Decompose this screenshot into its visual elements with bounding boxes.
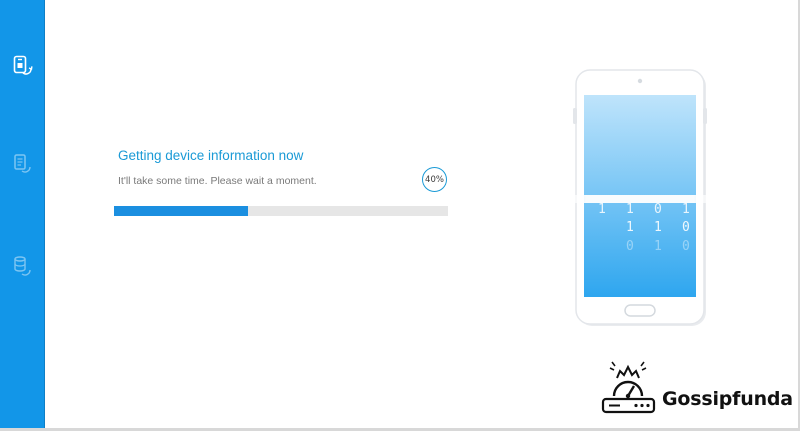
speedometer-router-icon [601,361,656,414]
binary-digit: 1 [654,239,662,254]
binary-digit: 1 [682,202,690,217]
progress-percent-badge: 40% [422,167,447,192]
sidebar-item-phone-transfer[interactable] [8,52,36,80]
watermark-logo: Gossipfunda [600,358,800,418]
binary-digit: 1 [654,220,662,235]
status-title: Getting device information now [118,148,304,163]
binary-digit: 0 [682,239,690,254]
binary-digit: 0 [682,220,690,235]
app-window: Getting device information now It'll tak… [0,0,800,431]
watermark-text: Gossipfunda [662,388,793,410]
message-sync-icon [14,154,31,173]
binary-digit: 1 [626,202,634,217]
binary-digit: 1 [598,202,606,217]
binary-digit: 0 [654,202,662,217]
sidebar [0,0,45,428]
binary-digit: 0 [626,239,634,254]
status-subtitle: It'll take some time. Please wait a mome… [118,175,317,187]
binary-digit: 1 [626,220,634,235]
phone-graphic: 1 1 0 1 1 1 0 0 1 0 [550,69,730,326]
phone-transfer-icon [13,55,33,75]
sidebar-item-database-sync[interactable] [8,252,36,280]
database-sync-icon [14,256,31,276]
phone-illustration: 1 1 0 1 1 1 0 0 1 0 [550,68,730,328]
progress-bar-fill [114,206,248,216]
sidebar-item-message-sync[interactable] [8,150,36,178]
progress-bar [114,206,448,216]
